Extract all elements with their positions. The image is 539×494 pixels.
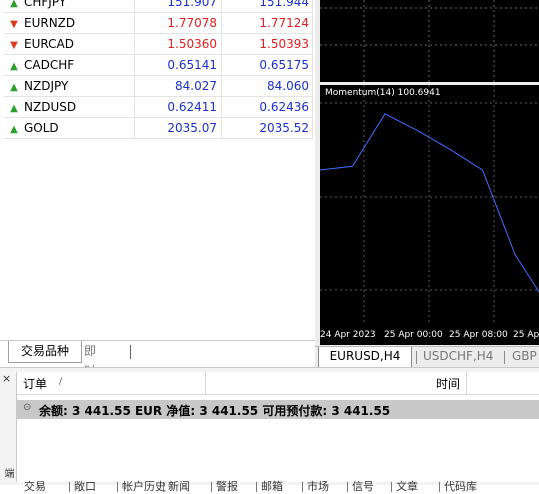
- quote-row[interactable]: ▲ GOLD 2035.07 2035.52: [4, 117, 313, 139]
- symbol-cell[interactable]: ▼ EURNZD: [4, 12, 135, 34]
- symbol-name: GOLD: [24, 121, 59, 135]
- symbol-name: EURNZD: [24, 16, 76, 30]
- momentum-chart[interactable]: Momentum(14) 100.6941 24 Apr 2023 25 Apr…: [319, 85, 539, 345]
- terminal-tab[interactable]: 邮箱: [261, 480, 283, 494]
- arrow-up-icon: ▲: [10, 82, 18, 93]
- symbol-cell[interactable]: ▼ EURCAD: [4, 33, 135, 55]
- terminal-tab[interactable]: 市场: [307, 480, 329, 494]
- quote-row[interactable]: ▼ EURCAD 1.50360 1.50393: [4, 33, 313, 55]
- balance-icon: ⊙: [23, 402, 32, 413]
- terminal-tab[interactable]: 交易: [24, 480, 46, 494]
- terminal-tab[interactable]: 警报: [216, 480, 238, 494]
- bid-cell: 1.50360: [134, 33, 222, 55]
- ask-cell: 1.50393: [221, 33, 313, 55]
- arrow-up-icon: ▲: [10, 103, 18, 114]
- symbol-cell[interactable]: ▲ CADCHF: [4, 54, 135, 76]
- terminal-tabs: 交易 敞口 帐户历史 新闻 警报 邮箱 市场 信号 文章 代码库: [16, 480, 539, 493]
- tab-gbp[interactable]: GBP: [512, 347, 537, 367]
- arrow-up-icon: ▲: [10, 61, 18, 72]
- column-header-time[interactable]: 时间: [436, 375, 460, 392]
- balance-summary: 余额: 3 441.55 EUR 净值: 3 441.55 可用预付款: 3 4…: [39, 404, 391, 418]
- symbol-name: CHFJPY: [24, 0, 67, 9]
- market-watch-panel: ▲ CHFJPY 151.907 151.944 ▼ EURNZD 1.77078 1.771…: [0, 0, 315, 398]
- tab-separator: [130, 345, 131, 359]
- symbol-cell[interactable]: ▲ CHFJPY: [4, 0, 135, 13]
- momentum-plot: [319, 85, 539, 325]
- bid-cell: 151.907: [134, 0, 222, 13]
- ask-cell: 2035.52: [221, 117, 313, 139]
- quote-row[interactable]: ▲ NZDJPY 84.027 84.060: [4, 75, 313, 97]
- ask-cell: 0.65175: [221, 54, 313, 76]
- bid-cell: 84.027: [134, 75, 222, 97]
- tab-usdchf-h4[interactable]: USDCHF,H4: [423, 347, 493, 367]
- chart-tabs: EURUSD,H4 USDCHF,H4 GBP: [315, 346, 539, 368]
- tab-tick-chart[interactable]: 即时图: [78, 341, 102, 398]
- orders-header: 订单 / 时间: [17, 372, 539, 395]
- column-divider[interactable]: [466, 372, 467, 394]
- sort-indicator-icon: /: [59, 377, 63, 387]
- symbol-name: NZDJPY: [24, 79, 69, 93]
- ask-cell: 151.944: [221, 0, 313, 13]
- bid-cell: 1.77078: [134, 12, 222, 34]
- ask-cell: 1.77124: [221, 12, 313, 34]
- column-header-order[interactable]: 订单: [23, 375, 47, 392]
- tab-eurusd-h4[interactable]: EURUSD,H4: [318, 347, 412, 368]
- bid-cell: 2035.07: [134, 117, 222, 139]
- symbol-name: CADCHF: [24, 58, 75, 72]
- price-chart-grid: [320, 0, 539, 82]
- tab-symbols[interactable]: 交易品种: [8, 341, 82, 363]
- terminal-side-label: 端: [2, 468, 13, 478]
- symbol-cell[interactable]: ▲ NZDJPY: [4, 75, 135, 97]
- tab-separator: [504, 351, 505, 364]
- ask-cell: 84.060: [221, 75, 313, 97]
- symbol-name: NZDUSD: [24, 100, 77, 114]
- quote-row[interactable]: ▲ CADCHF 0.65141 0.65175: [4, 54, 313, 76]
- chart-frame: Momentum(14) 100.6941 24 Apr 2023 25 Apr…: [315, 0, 539, 368]
- x-tick-label: 25 Apr 08:00: [449, 330, 508, 340]
- x-tick-label: 24 Apr 2023: [320, 330, 376, 340]
- indicator-label: Momentum(14) 100.6941: [325, 88, 441, 98]
- close-icon[interactable]: ×: [2, 372, 11, 385]
- quote-row[interactable]: ▲ CHFJPY 151.907 151.944: [4, 0, 313, 13]
- orders-list: 订单 / 时间 ⊙ 余额: 3 441.55 EUR 净值: 3 441.55 …: [16, 372, 539, 482]
- price-chart[interactable]: [320, 0, 539, 82]
- quote-row[interactable]: ▲ NZDUSD 0.62411 0.62436: [4, 96, 313, 118]
- symbol-cell[interactable]: ▲ GOLD: [4, 117, 135, 139]
- terminal-tab[interactable]: 新闻: [168, 480, 190, 494]
- ask-cell: 0.62436: [221, 96, 313, 118]
- arrow-down-icon: ▼: [10, 40, 18, 51]
- column-divider[interactable]: [205, 372, 206, 394]
- terminal-tab[interactable]: 信号: [352, 480, 374, 494]
- terminal-tab[interactable]: 文章: [396, 480, 418, 494]
- symbol-cell[interactable]: ▲ NZDUSD: [4, 96, 135, 118]
- arrow-up-icon: ▲: [10, 0, 18, 9]
- bid-cell: 0.65141: [134, 54, 222, 76]
- tab-separator: [416, 351, 417, 364]
- symbol-name: EURCAD: [24, 37, 74, 51]
- balance-row[interactable]: ⊙ 余额: 3 441.55 EUR 净值: 3 441.55 可用预付款: 3…: [17, 400, 539, 419]
- x-tick-label: 25 Apr 00:00: [384, 330, 443, 340]
- bid-cell: 0.62411: [134, 96, 222, 118]
- terminal-tab[interactable]: 敞口: [74, 480, 96, 494]
- arrow-down-icon: ▼: [10, 19, 18, 30]
- terminal-tab[interactable]: 代码库: [444, 480, 477, 494]
- x-tick-label: 25 Apr: [513, 330, 539, 340]
- arrow-up-icon: ▲: [10, 124, 18, 135]
- terminal-tab[interactable]: 帐户历史: [122, 480, 166, 494]
- terminal-panel: × 端 订单 / 时间 ⊙ 余额: 3 441.55 EUR 净值: 3 441…: [0, 367, 539, 493]
- quotes-table: ▲ CHFJPY 151.907 151.944 ▼ EURNZD 1.77078 1.771…: [4, 0, 313, 139]
- quote-row[interactable]: ▼ EURNZD 1.77078 1.77124: [4, 12, 313, 34]
